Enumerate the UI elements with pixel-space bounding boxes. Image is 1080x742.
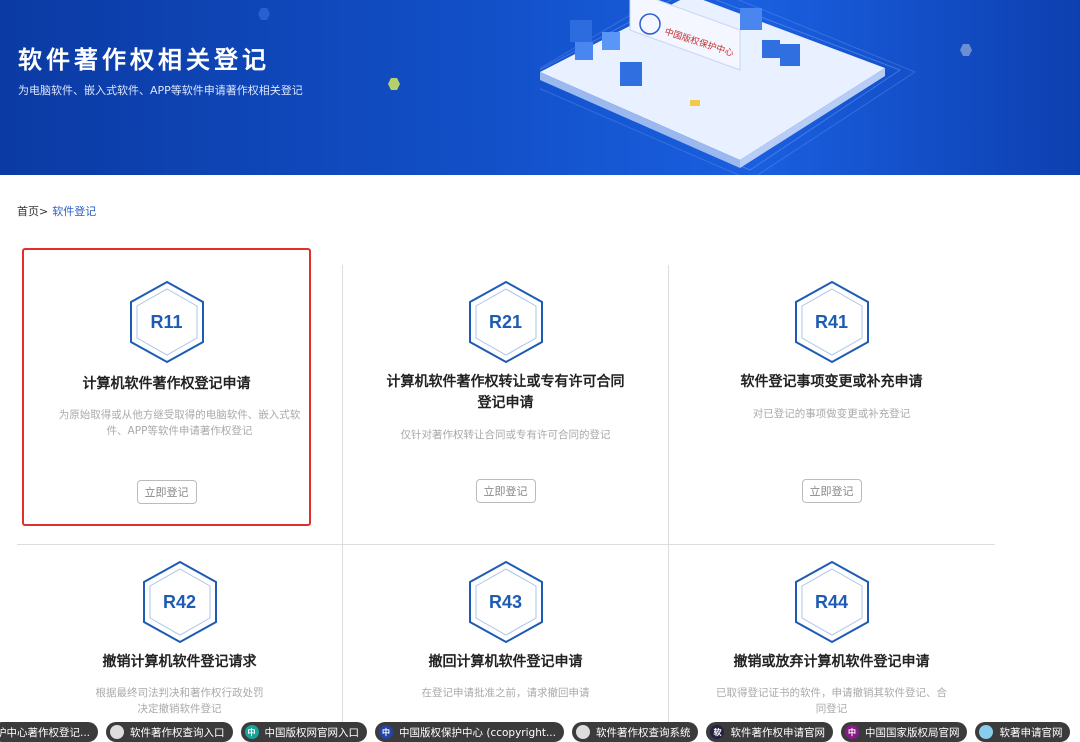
globe-icon (110, 725, 124, 739)
badge-code: R42 (142, 560, 218, 644)
bookmark-item[interactable]: 护中心著作权登记... (0, 722, 98, 742)
card-title: 撤回计算机软件登记申请 (373, 652, 638, 673)
bookmark-item[interactable]: 软著申请官网 (975, 722, 1070, 742)
bookmark-label: 中国国家版权局官网 (865, 725, 960, 740)
bookmark-item[interactable]: 中中国版权网官网入口 (241, 722, 368, 742)
card-r43[interactable]: R43 撤回计算机软件登记申请 在登记申请批准之前，请求撤回申请 (343, 530, 668, 722)
hexagon-decoration (388, 78, 400, 90)
register-now-button[interactable]: 立即登记 (476, 479, 536, 503)
bookmarks-bar: 护中心著作权登记... 软件著作权查询入口 中中国版权网官网入口 中中国版权保护… (0, 722, 1080, 742)
hexagon-badge-icon: R41 (794, 280, 870, 364)
bookmark-label: 软件著作权申请官网 (730, 725, 825, 740)
badge-code: R41 (794, 280, 870, 364)
site-favicon-icon: 中 (845, 725, 859, 739)
card-r21[interactable]: R21 计算机软件著作权转让或专有许可合同登记申请 仅针对著作权转让合同或专有许… (343, 250, 668, 528)
bookmark-item[interactable]: 软件著作权查询系统 (572, 722, 699, 742)
badge-code: R44 (794, 560, 870, 644)
card-description: 在登记申请批准之前，请求撤回申请 (377, 685, 634, 701)
badge-code: R43 (468, 560, 544, 644)
hexagon-badge-icon: R44 (794, 560, 870, 644)
badge-code: R11 (129, 280, 205, 364)
globe-icon (979, 725, 993, 739)
banner-title: 软件著作权相关登记 (18, 40, 270, 75)
card-title: 撤销或放弃计算机软件登记申请 (699, 652, 964, 673)
hexagon-decoration (258, 8, 270, 20)
bookmark-item[interactable]: 软件著作权查询入口 (106, 722, 233, 742)
register-now-button[interactable]: 立即登记 (137, 480, 197, 504)
site-favicon-icon: 中 (245, 725, 259, 739)
card-description: 对已登记的事项做变更或补充登记 (703, 406, 960, 422)
badge-code: R21 (468, 280, 544, 364)
bookmark-label: 中国版权网官网入口 (265, 725, 360, 740)
hexagon-badge-icon: R43 (468, 560, 544, 644)
hexagon-decoration (960, 44, 972, 56)
card-r41[interactable]: R41 软件登记事项变更或补充申请 对已登记的事项做变更或补充登记 立即登记 (669, 250, 994, 528)
banner-subtitle: 为电脑软件、嵌入式软件、APP等软件申请著作权相关登记 (18, 82, 303, 98)
card-r42[interactable]: R42 撤销计算机软件登记请求 根据最终司法判决和著作权行政处罚决定撤销软件登记 (17, 530, 342, 722)
card-title: 计算机软件著作权登记申请 (40, 374, 293, 395)
card-title: 撤销计算机软件登记请求 (47, 652, 312, 673)
hexagon-badge-icon: R21 (468, 280, 544, 364)
site-favicon-icon: 软 (710, 725, 724, 739)
bookmark-label: 软件著作权查询系统 (596, 725, 691, 740)
card-title: 软件登记事项变更或补充申请 (699, 372, 964, 393)
bookmark-label: 软著申请官网 (999, 725, 1062, 740)
card-title: 计算机软件著作权转让或专有许可合同登记申请 (385, 372, 626, 414)
site-favicon-icon: 中 (379, 725, 393, 739)
card-description: 根据最终司法判决和著作权行政处罚决定撤销软件登记 (93, 685, 266, 717)
register-now-button[interactable]: 立即登记 (802, 479, 862, 503)
bookmark-label: 护中心著作权登记... (0, 725, 90, 740)
card-description: 为原始取得或从他方继受取得的电脑软件、嵌入式软件、APP等软件申请著作权登记 (56, 407, 303, 439)
isometric-platform-illustration: 中国版权保护中心 (540, 0, 920, 175)
header-banner: 软件著作权相关登记 为电脑软件、嵌入式软件、APP等软件申请著作权相关登记 中国… (0, 0, 1080, 175)
bookmark-label: 软件著作权查询入口 (130, 725, 225, 740)
hexagon-badge-icon: R11 (129, 280, 205, 364)
bookmark-item[interactable]: 软软件著作权申请官网 (706, 722, 833, 742)
bookmark-label: 中国版权保护中心 (ccopyright... (399, 725, 556, 740)
card-r44[interactable]: R44 撤销或放弃计算机软件登记申请 已取得登记证书的软件，申请撤销其软件登记、… (669, 530, 994, 722)
card-description: 仅针对著作权转让合同或专有许可合同的登记 (377, 427, 634, 443)
breadcrumb: 首页> 软件登记 (17, 203, 96, 219)
hexagon-badge-icon: R42 (142, 560, 218, 644)
breadcrumb-home-link[interactable]: 首页> (17, 205, 48, 218)
card-r11[interactable]: R11 计算机软件著作权登记申请 为原始取得或从他方继受取得的电脑软件、嵌入式软… (22, 248, 311, 526)
breadcrumb-current[interactable]: 软件登记 (52, 205, 96, 218)
globe-icon (576, 725, 590, 739)
bookmark-item[interactable]: 中中国版权保护中心 (ccopyright... (375, 722, 564, 742)
bookmark-item[interactable]: 中中国国家版权局官网 (841, 722, 968, 742)
card-description: 已取得登记证书的软件，申请撤销其软件登记、合同登记 (713, 685, 950, 717)
